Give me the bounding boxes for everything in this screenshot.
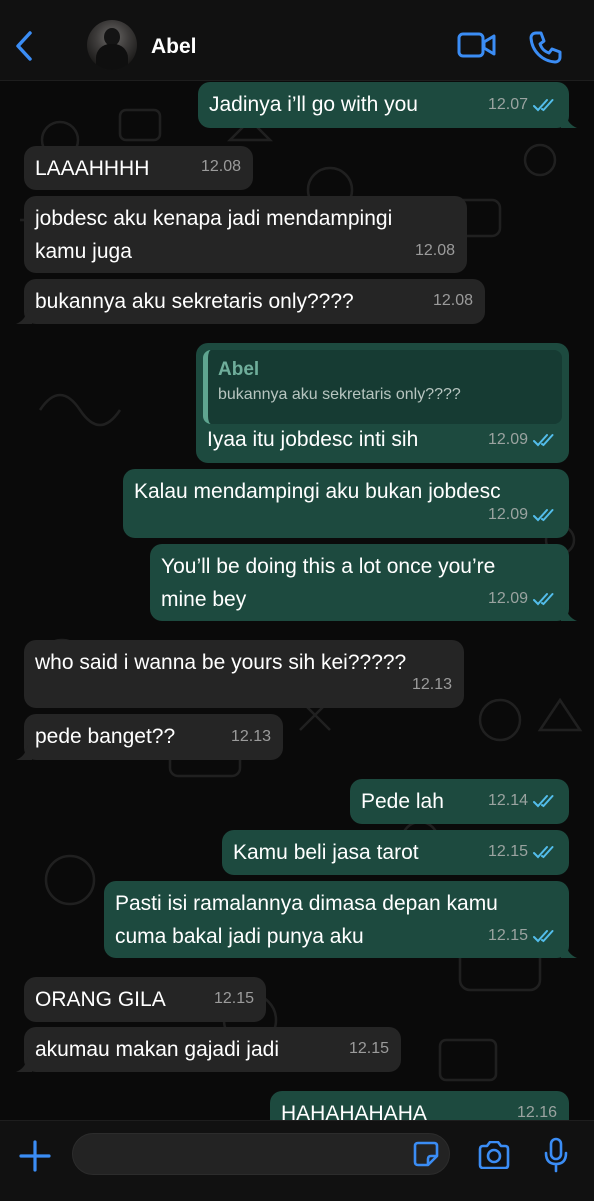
message-bubble[interactable]: bukannya aku sekretaris only???? 12.08: [16, 279, 485, 324]
message-time: 12.15: [487, 927, 528, 944]
bubble-tail: [16, 1056, 32, 1072]
message-input[interactable]: [72, 1133, 450, 1175]
message-bubble[interactable]: pede banget?? 12.13: [16, 714, 283, 760]
chevron-left-icon: [16, 31, 32, 61]
message-bubble[interactable]: You’ll be doing this a lot once you’re m…: [150, 544, 577, 621]
quoted-text: bukannya aku sekretaris only????: [218, 386, 461, 403]
message-meta: 12.08: [433, 284, 473, 318]
message-bubble[interactable]: LAAAHHHH 12.08: [24, 146, 253, 190]
message-text: Pede lah: [361, 790, 444, 813]
message-meta: 12.13: [412, 668, 452, 702]
message-text: bukannya aku sekretaris only????: [35, 290, 354, 313]
quoted-sender: Abel: [218, 359, 260, 380]
message-time: 12.15: [487, 843, 528, 860]
sticker-icon: [413, 1141, 439, 1167]
message-meta: 12.15: [214, 982, 254, 1016]
message-text: Kalau mendampingi aku bukan jobdesc: [134, 480, 501, 503]
voice-call-button[interactable]: [528, 30, 562, 69]
message-time: 12.07: [487, 96, 528, 113]
message-time: 12.08: [200, 158, 241, 175]
bubble-tail: [561, 942, 577, 958]
quoted-message[interactable]: Abel bukannya aku sekretaris only????: [203, 350, 562, 424]
message-meta: 12.07: [488, 88, 557, 122]
message-text: You’ll be doing this a lot once you’re m…: [161, 555, 496, 611]
attach-button[interactable]: [18, 1139, 52, 1178]
message-bubble[interactable]: akumau makan gajadi jadi 12.15: [16, 1027, 401, 1072]
phone-icon: [529, 31, 562, 64]
message-bubble[interactable]: Abel bukannya aku sekretaris only???? Iy…: [196, 343, 569, 463]
message-meta: 12.09: [488, 582, 557, 615]
message-time: 12.15: [213, 990, 254, 1007]
message-text: Kamu beli jasa tarot: [233, 841, 419, 864]
message-text: Iyaa itu jobdesc inti sih: [207, 428, 419, 451]
message-meta: 12.13: [231, 720, 271, 754]
message-bubble[interactable]: Jadinya i’ll go with you 12.07: [198, 82, 577, 128]
message-text: pede banget??: [35, 725, 176, 748]
message-input-bar: [0, 1120, 594, 1201]
bubble-tail: [16, 744, 32, 760]
message-text: Jadinya i’ll go with you: [209, 93, 418, 116]
message-time: 12.13: [411, 676, 452, 693]
sticker-button[interactable]: [413, 1141, 439, 1172]
back-button[interactable]: [10, 28, 42, 64]
message-time: 12.09: [487, 590, 528, 607]
message-bubble[interactable]: Kalau mendampingi aku bukan jobdesc 12.0…: [123, 469, 569, 538]
message-bubble[interactable]: jobdesc aku kenapa jadi mendampingi kamu…: [24, 196, 467, 273]
message-meta: 12.15: [488, 919, 557, 952]
chat-header: Abel: [0, 0, 594, 81]
avatar[interactable]: [87, 20, 137, 70]
message-time: 12.09: [487, 431, 528, 448]
message-bubble[interactable]: Pede lah 12.14: [350, 779, 569, 824]
double-check-icon: [533, 434, 554, 447]
message-time: 12.09: [487, 506, 528, 523]
camera-icon: [478, 1140, 510, 1170]
message-time: 12.08: [432, 292, 473, 309]
double-check-icon: [533, 846, 554, 859]
contact-name[interactable]: Abel: [151, 35, 197, 59]
double-check-icon: [533, 795, 554, 808]
message-text: who said i wanna be yours sih kei?????: [35, 651, 407, 674]
bubble-tail: [561, 605, 577, 621]
double-check-icon: [533, 592, 554, 605]
bubble-tail: [561, 112, 577, 128]
double-check-icon: [533, 99, 554, 112]
double-check-icon: [533, 929, 554, 942]
bubble-tail: [16, 308, 32, 324]
voice-record-button[interactable]: [543, 1137, 569, 1178]
message-text: jobdesc aku kenapa jadi mendampingi kamu…: [35, 207, 393, 263]
message-meta: 12.15: [488, 835, 557, 869]
message-bubble[interactable]: who said i wanna be yours sih kei????? 1…: [24, 640, 464, 708]
message-time: 12.08: [414, 242, 455, 259]
microphone-icon: [544, 1137, 568, 1173]
camera-button[interactable]: [477, 1140, 511, 1174]
plus-icon: [19, 1140, 51, 1172]
message-bubble[interactable]: ORANG GILA 12.15: [24, 977, 266, 1022]
message-meta: 12.09: [488, 498, 557, 532]
message-time: 12.15: [348, 1040, 389, 1057]
message-text: LAAAHHHH: [35, 157, 150, 180]
message-meta: 12.14: [488, 784, 557, 818]
message-bubble[interactable]: Pasti isi ramalannya dimasa depan kamu c…: [104, 881, 577, 958]
message-time: 12.14: [487, 792, 528, 809]
video-camera-icon: [457, 32, 496, 58]
message-meta: 12.15: [349, 1032, 389, 1066]
message-meta: 12.08: [415, 234, 455, 267]
message-meta: 12.09: [488, 423, 557, 457]
double-check-icon: [533, 509, 554, 522]
message-text: ORANG GILA: [35, 988, 166, 1011]
message-meta: 12.08: [201, 150, 241, 184]
message-time: 12.13: [230, 728, 271, 745]
video-call-button[interactable]: [457, 30, 497, 65]
message-text: Pasti isi ramalannya dimasa depan kamu c…: [115, 892, 498, 948]
message-text: akumau makan gajadi jadi: [35, 1038, 279, 1061]
message-bubble[interactable]: Kamu beli jasa tarot 12.15: [222, 830, 569, 875]
